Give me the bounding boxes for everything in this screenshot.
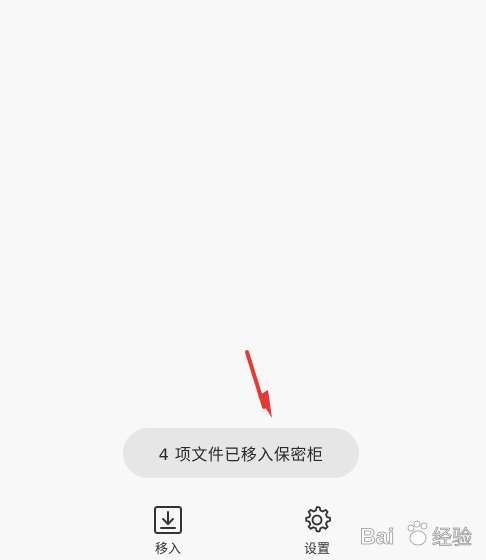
- svg-text:Bai: Bai: [360, 524, 394, 549]
- toast-message: 4 项文件已移入保密柜: [123, 428, 359, 478]
- svg-text:经验: 经验: [432, 525, 472, 549]
- screen: 4 项文件已移入保密柜 移入 设置 Bai 经验: [0, 0, 486, 560]
- toast-text: 4 项文件已移入保密柜: [158, 445, 324, 464]
- gear-icon: [305, 506, 331, 533]
- settings-label: 设置: [303, 542, 330, 557]
- download-tray-icon: [154, 506, 182, 534]
- baidu-paw-icon: [407, 520, 428, 546]
- settings-button[interactable]: 设置: [287, 504, 347, 558]
- move-in-button[interactable]: 移入: [138, 504, 198, 558]
- move-in-label: 移入: [154, 542, 181, 557]
- baidu-watermark: Bai 经验: [360, 520, 472, 549]
